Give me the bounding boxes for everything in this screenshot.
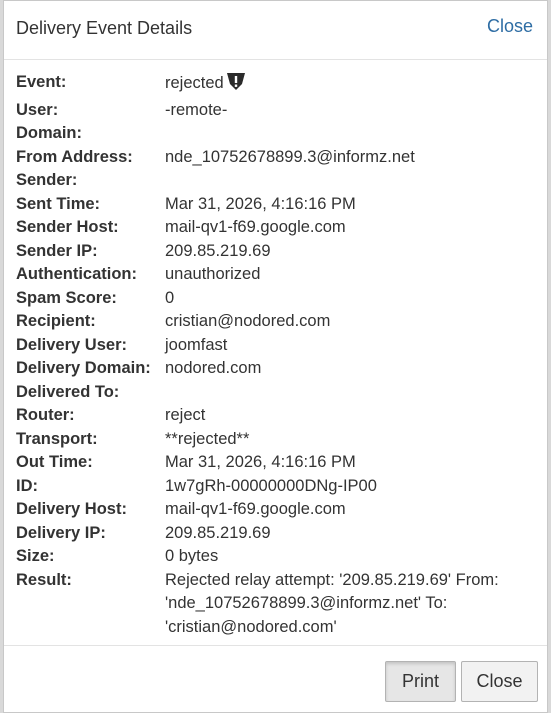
detail-label: From Address: <box>16 147 133 166</box>
detail-value-cell: nodored.com <box>165 357 539 381</box>
close-button[interactable]: Close <box>461 661 538 702</box>
detail-value-cell: 0 <box>165 287 539 311</box>
detail-value-cell: mail-qv1-f69.google.com <box>165 216 539 240</box>
dialog-footer: Print Close <box>4 645 547 712</box>
detail-value-cell: unauthorized <box>165 263 539 287</box>
detail-value-cell: 0 bytes <box>165 545 539 569</box>
detail-label: Domain: <box>16 124 82 142</box>
detail-value: 0 <box>165 288 175 307</box>
detail-label: Out Time: <box>16 453 93 471</box>
detail-label: User: <box>16 100 59 119</box>
detail-value-cell <box>165 381 539 405</box>
detail-row: Delivery Host: mail-qv1-f69.google.com <box>16 498 539 522</box>
detail-row: Domain: <box>16 122 539 146</box>
detail-row: Spam Score: 0 <box>16 287 539 311</box>
detail-label: Sender IP: <box>16 241 98 260</box>
detail-value-cell: Rejected relay attempt: '209.85.219.69' … <box>165 569 539 640</box>
detail-value: Mar 31, 2026, 4:16:16 PM <box>165 194 356 213</box>
detail-value: cristian@nodored.com <box>165 312 331 330</box>
detail-label: Delivered To: <box>16 382 120 401</box>
detail-value-cell: reject <box>165 404 539 428</box>
detail-value-cell: 1w7gRh-00000000DNg-IP00 <box>165 475 539 499</box>
detail-row: Transport: **rejected** <box>16 428 539 452</box>
detail-label: Delivery Host: <box>16 500 127 518</box>
detail-label: Event: <box>16 73 67 91</box>
detail-value: Rejected relay attempt: '209.85.219.69' … <box>165 570 499 636</box>
dialog-header: Delivery Event Details Close <box>4 1 547 60</box>
detail-value-cell <box>165 122 539 146</box>
header-close-link[interactable]: Close <box>487 16 533 37</box>
detail-value-cell: nde_10752678899.3@informz.net <box>165 146 539 170</box>
detail-value: reject <box>165 406 206 424</box>
detail-value-cell: **rejected** <box>165 428 539 452</box>
detail-label: Size: <box>16 547 55 565</box>
detail-label: Recipient: <box>16 312 96 330</box>
detail-label: Delivery Domain: <box>16 359 151 377</box>
detail-label: Delivery User: <box>16 335 127 354</box>
detail-value: nodored.com <box>165 359 262 377</box>
detail-value-cell: rejected <box>165 71 539 99</box>
detail-value-cell: cristian@nodored.com <box>165 310 539 334</box>
detail-row: Out Time: Mar 31, 2026, 4:16:16 PM <box>16 451 539 475</box>
detail-row: Recipient: cristian@nodored.com <box>16 310 539 334</box>
detail-value: 1w7gRh-00000000DNg-IP00 <box>165 476 377 495</box>
detail-label: Authentication: <box>16 265 137 283</box>
detail-row: Sent Time: Mar 31, 2026, 4:16:16 PM <box>16 193 539 217</box>
detail-row: From Address: nde_10752678899.3@informz.n… <box>16 146 539 170</box>
details-table: Event: rejected User: -remote- Domain: From A… <box>16 71 539 639</box>
detail-value-cell <box>165 169 539 193</box>
detail-value-cell: 209.85.219.69 <box>165 240 539 264</box>
detail-value: mail-qv1-f69.google.com <box>165 500 346 518</box>
warning-shield-icon <box>226 71 246 99</box>
detail-row: Delivery Domain: nodored.com <box>16 357 539 381</box>
detail-value: 209.85.219.69 <box>165 523 271 542</box>
detail-value-cell: joomfast <box>165 334 539 358</box>
detail-value: rejected <box>165 74 224 92</box>
detail-row: Size: 0 bytes <box>16 545 539 569</box>
detail-row: Delivered To: <box>16 381 539 405</box>
detail-row: Sender: <box>16 169 539 193</box>
detail-label: Spam Score: <box>16 288 117 307</box>
dialog-body: Event: rejected User: -remote- Domain: From A… <box>16 71 539 639</box>
detail-value: **rejected** <box>165 429 250 448</box>
detail-label: Delivery IP: <box>16 523 106 542</box>
detail-value-cell: Mar 31, 2026, 4:16:16 PM <box>165 451 539 475</box>
detail-value-cell: Mar 31, 2026, 4:16:16 PM <box>165 193 539 217</box>
detail-value-cell: -remote- <box>165 99 539 123</box>
detail-row: ID: 1w7gRh-00000000DNg-IP00 <box>16 475 539 499</box>
detail-row: Sender IP: 209.85.219.69 <box>16 240 539 264</box>
detail-value: joomfast <box>165 335 228 354</box>
detail-label: Router: <box>16 406 75 424</box>
detail-value: 209.85.219.69 <box>165 241 271 260</box>
dialog-title: Delivery Event Details <box>16 18 193 38</box>
detail-label: Result: <box>16 570 72 589</box>
print-button[interactable]: Print <box>385 661 456 702</box>
detail-label: Sender: <box>16 171 78 189</box>
detail-value: -remote- <box>165 100 228 119</box>
detail-value: nde_10752678899.3@informz.net <box>165 147 415 166</box>
detail-label: Sender Host: <box>16 218 119 236</box>
detail-label: Transport: <box>16 429 98 448</box>
detail-value-cell: 209.85.219.69 <box>165 522 539 546</box>
detail-row: Delivery IP: 209.85.219.69 <box>16 522 539 546</box>
detail-value: Mar 31, 2026, 4:16:16 PM <box>165 453 356 471</box>
detail-row: Router: reject <box>16 404 539 428</box>
detail-value: unauthorized <box>165 265 261 283</box>
detail-row: Event: rejected <box>16 71 539 99</box>
detail-row: Sender Host: mail-qv1-f69.google.com <box>16 216 539 240</box>
detail-row: Delivery User: joomfast <box>16 334 539 358</box>
delivery-event-dialog: Delivery Event Details Close Event: rejec… <box>3 0 548 713</box>
detail-row: User: -remote- <box>16 99 539 123</box>
detail-value: mail-qv1-f69.google.com <box>165 218 346 236</box>
detail-value: 0 bytes <box>165 547 219 565</box>
detail-value-cell: mail-qv1-f69.google.com <box>165 498 539 522</box>
detail-label: ID: <box>16 476 38 495</box>
detail-row: Authentication: unauthorized <box>16 263 539 287</box>
detail-label: Sent Time: <box>16 194 101 213</box>
detail-row: Result: Rejected relay attempt: '209.85.2… <box>16 569 539 640</box>
